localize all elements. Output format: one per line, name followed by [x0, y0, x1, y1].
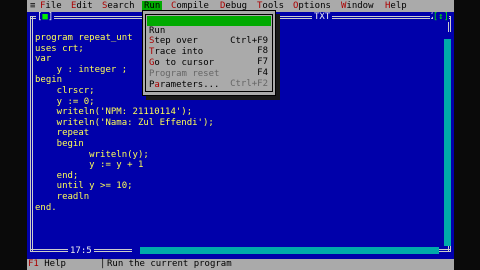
horizontal-scrollbar[interactable]	[132, 247, 439, 254]
menu-help[interactable]: Help	[385, 1, 407, 11]
editor-frame-left	[30, 16, 33, 252]
vertical-scrollbar[interactable]	[444, 32, 451, 246]
window-title: TXT	[312, 12, 333, 22]
status-separator: │	[100, 259, 106, 269]
code-line: writeln('NPM: 21110114');	[35, 107, 193, 118]
menu-file[interactable]: File	[40, 1, 62, 11]
run-menu-item-program-reset[interactable]: Program reset Ctrl+F2	[147, 59, 271, 89]
code-line: readln	[35, 191, 90, 202]
code-line: end.	[35, 202, 57, 213]
code-line: until y >= 10;	[35, 181, 133, 192]
ide-screen: ≡ File Edit Search Run Compile Debug Too…	[27, 0, 454, 270]
run-menu-item-parameters[interactable]: Parameters...	[147, 70, 271, 90]
code-line: begin	[35, 138, 84, 149]
cursor-position: 17:5	[68, 246, 94, 256]
menu-options[interactable]: Options	[293, 1, 331, 11]
zoom-window-button[interactable]: [↕]	[432, 12, 449, 22]
code-line: end;	[35, 170, 79, 181]
status-bar: F1 Help │ Run the current program	[27, 259, 454, 270]
code-line: repeat	[35, 128, 90, 139]
run-menu-item-trace-into[interactable]: Trace into F7	[147, 37, 271, 67]
horizontal-scroll-thumb[interactable]	[132, 247, 140, 254]
close-window-button[interactable]: [■]	[36, 12, 55, 22]
code-line: writeln('Nama: Zul Effendi');	[35, 117, 214, 128]
code-line: writeln(y);	[35, 149, 149, 160]
run-menu-frame: Run Ctrl+F9 Step over F8 Trace into F7 G…	[145, 14, 273, 92]
vertical-scroll-thumb[interactable]	[444, 32, 451, 39]
run-menu-item-go-to-cursor[interactable]: Go to cursor F4	[147, 48, 271, 78]
run-menu-dropdown: Run Ctrl+F9 Step over F8 Trace into F7 G…	[142, 10, 276, 96]
menu-search[interactable]: Search	[102, 1, 135, 11]
run-menu-item-step-over[interactable]: Step over F8	[147, 26, 271, 56]
menu-edit[interactable]: Edit	[71, 1, 93, 11]
code-line: y := y + 1	[35, 160, 144, 171]
run-menu-item-run[interactable]: Run Ctrl+F9	[147, 16, 271, 46]
menu-window[interactable]: Window	[341, 1, 374, 11]
help-shortcut[interactable]: F1 Help	[28, 259, 66, 270]
status-message: Run the current program	[107, 259, 232, 269]
system-menu[interactable]: ≡	[30, 1, 35, 11]
